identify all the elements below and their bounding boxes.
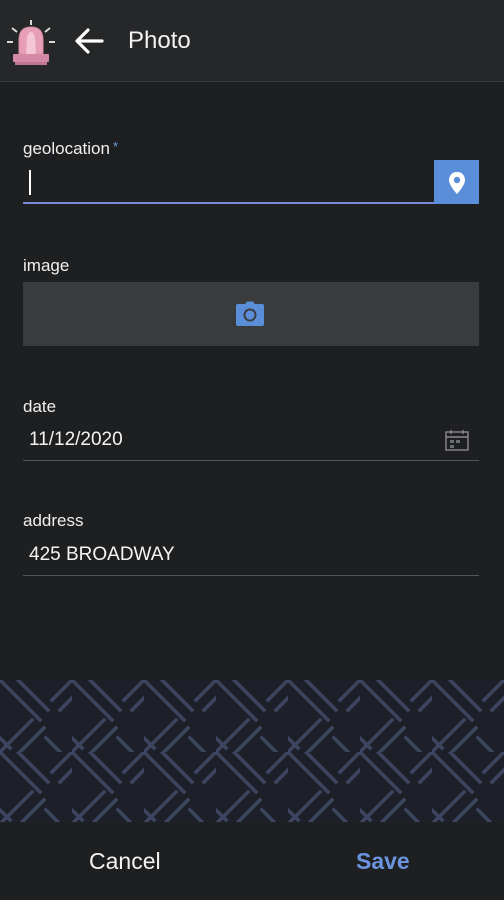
geolocation-label: geolocation *: [23, 139, 118, 159]
footer-bar: Cancel Save: [0, 822, 504, 900]
address-label: address: [23, 511, 84, 530]
app-header: Photo: [0, 0, 504, 82]
address-value: 425 BROADWAY: [29, 544, 175, 565]
page-title: Photo: [128, 27, 191, 54]
cancel-button[interactable]: Cancel: [89, 848, 161, 875]
image-capture-button[interactable]: [23, 282, 479, 346]
save-button[interactable]: Save: [356, 848, 410, 875]
decorative-pattern: [0, 680, 504, 822]
date-value: 11/12/2020: [29, 429, 123, 450]
text-caret: [29, 170, 31, 195]
required-mark: *: [112, 139, 119, 154]
calendar-icon[interactable]: [445, 429, 469, 451]
alarm-light-icon: [7, 20, 55, 65]
date-label: date: [23, 397, 57, 416]
back-arrow-button[interactable]: [70, 22, 110, 60]
locate-button[interactable]: [434, 160, 479, 204]
camera-icon: [236, 301, 264, 326]
geolocation-label-text: geolocation: [23, 139, 110, 158]
date-field[interactable]: 11/12/2020: [23, 421, 479, 461]
image-label: image: [23, 256, 70, 275]
geolocation-input[interactable]: [23, 160, 434, 204]
map-pin-icon: [449, 172, 465, 194]
address-field[interactable]: 425 BROADWAY: [23, 536, 479, 576]
